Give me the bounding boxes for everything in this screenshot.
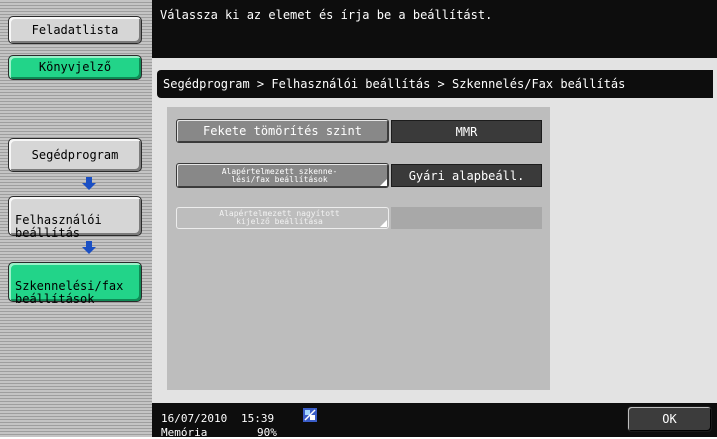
settings-panel	[167, 107, 550, 390]
black-compression-level-value-text: MMR	[455, 124, 478, 139]
path-item-scan-fax-settings[interactable]: Szkennelési/fax beállítások	[8, 262, 142, 306]
arrow-down-icon	[82, 177, 96, 190]
time-display: 15:39	[241, 412, 275, 425]
path-item-user-settings[interactable]: Felhasználói beállítás	[8, 196, 142, 240]
corner-indicator-icon	[380, 220, 387, 227]
date-display: 16/07/2010	[161, 412, 228, 425]
job-list-button[interactable]: Feladatlista	[8, 16, 142, 44]
job-list-label: Feladatlista	[31, 22, 119, 37]
bookmark-button[interactable]: Könyvjelző	[8, 55, 142, 80]
default-scan-fax-settings-label: Alapértelmezett szkenne- lési/fax beállí…	[221, 166, 338, 184]
default-scan-fax-settings-value: Gyári alapbeáll.	[391, 164, 542, 187]
ok-button[interactable]: OK	[627, 406, 712, 432]
path-item-utility-label: Segédprogram	[31, 147, 119, 162]
arrow-down-icon	[82, 241, 96, 254]
black-compression-level-button[interactable]: Fekete tömörítés szint	[176, 119, 389, 143]
path-item-user-settings-label: Felhasználói beállítás	[15, 213, 102, 240]
memory-label: Memória	[161, 426, 208, 439]
default-enlarged-display-label: Alapértelmezett nagyított kijelző beállí…	[219, 209, 340, 226]
path-item-utility[interactable]: Segédprogram	[8, 138, 142, 172]
black-compression-level-label: Fekete tömörítés szint	[203, 124, 362, 138]
ok-label: OK	[662, 412, 677, 426]
black-compression-level-value: MMR	[391, 120, 542, 143]
default-scan-fax-settings-value-text: Gyári alapbeáll.	[408, 168, 525, 183]
corner-indicator-icon	[380, 179, 387, 186]
default-scan-fax-settings-button[interactable]: Alapértelmezett szkenne- lési/fax beállí…	[176, 163, 389, 188]
breadcrumb: Segédprogram > Felhasználói beállítás > …	[157, 70, 713, 98]
instruction-message: Válassza ki az elemet és írja be a beáll…	[160, 8, 493, 22]
network-status-icon	[303, 408, 317, 422]
default-enlarged-display-value	[391, 207, 542, 229]
default-enlarged-display-button: Alapértelmezett nagyított kijelző beállí…	[176, 207, 389, 229]
bookmark-label: Könyvjelző	[38, 60, 112, 74]
memory-value: 90%	[257, 426, 277, 439]
path-item-scan-fax-settings-label: Szkennelési/fax beállítások	[15, 279, 124, 306]
